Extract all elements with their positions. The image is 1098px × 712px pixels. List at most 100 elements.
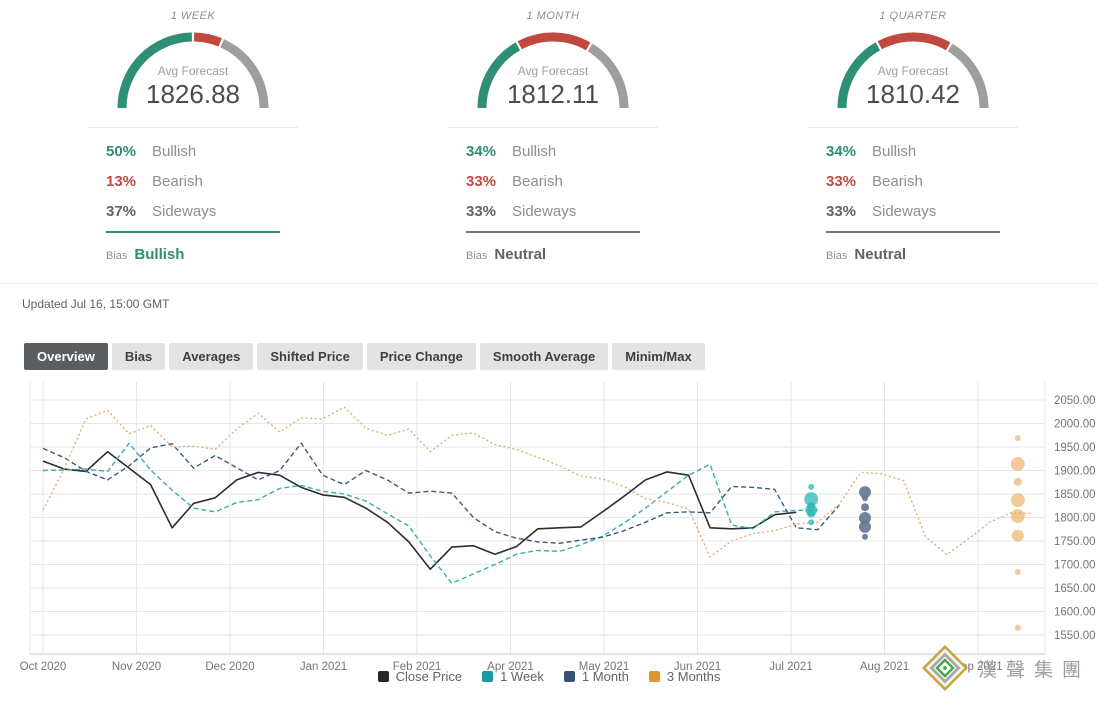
bullish-pct: 50% <box>106 143 152 160</box>
gauge-card-1-week: 1 WEEK Avg Forecast 1826.88 50% Bullish … <box>88 10 298 263</box>
bearish-pct: 13% <box>106 173 152 190</box>
svg-text:1750.00: 1750.00 <box>1054 536 1096 548</box>
legend-item-1-week[interactable]: 1 Week <box>482 669 544 684</box>
stat-row-sideways: 37% Sideways <box>106 196 280 226</box>
bias-underline <box>106 231 280 233</box>
svg-text:1850.00: 1850.00 <box>1054 489 1096 501</box>
bearish-label: Bearish <box>512 173 563 190</box>
tab-minim-max[interactable]: Minim/Max <box>612 343 704 370</box>
avg-forecast-label: Avg Forecast <box>113 64 273 78</box>
svg-text:1800.00: 1800.00 <box>1054 513 1096 525</box>
tab-averages[interactable]: Averages <box>169 343 253 370</box>
bias-caption: Bias <box>466 250 487 262</box>
period-label: 1 QUARTER <box>808 10 1018 22</box>
period-label: 1 WEEK <box>88 10 298 22</box>
svg-text:Dec 2020: Dec 2020 <box>205 661 254 673</box>
tab-shifted-price[interactable]: Shifted Price <box>257 343 362 370</box>
svg-text:Nov 2020: Nov 2020 <box>112 661 161 673</box>
svg-text:1900.00: 1900.00 <box>1054 466 1096 478</box>
avg-forecast-value: 1810.42 <box>833 79 993 110</box>
sideways-label: Sideways <box>872 203 936 220</box>
brand-watermark: 漢聲集團 <box>921 644 1090 692</box>
bias-value: Bullish <box>134 246 184 263</box>
gauge-segment <box>520 37 588 46</box>
forecast-dots-3-months[interactable] <box>1011 435 1025 631</box>
gauge-card-1-month: 1 MONTH Avg Forecast 1812.11 34% Bullish… <box>448 10 658 263</box>
avg-forecast-value: 1826.88 <box>113 79 273 110</box>
legend-item-3-months[interactable]: 3 Months <box>649 669 720 684</box>
legend-swatch-icon <box>649 671 660 682</box>
legend-swatch-icon <box>482 671 493 682</box>
divider <box>88 127 298 128</box>
bullish-label: Bullish <box>872 143 916 160</box>
stat-row-bullish: 50% Bullish <box>106 136 280 166</box>
legend-swatch-icon <box>378 671 389 682</box>
svg-text:2050.00: 2050.00 <box>1054 395 1096 407</box>
bias-row: Bias Neutral <box>466 246 640 263</box>
avg-forecast-value: 1812.11 <box>473 79 633 110</box>
svg-text:Jan 2021: Jan 2021 <box>300 661 347 673</box>
bullish-pct: 34% <box>826 143 872 160</box>
legend-item-close-price[interactable]: Close Price <box>378 669 462 684</box>
bearish-label: Bearish <box>152 173 203 190</box>
bullish-pct: 34% <box>466 143 512 160</box>
legend-label: 3 Months <box>667 669 720 684</box>
stat-row-bullish: 34% Bullish <box>466 136 640 166</box>
bias-underline <box>466 231 640 233</box>
series-1-week-line[interactable] <box>43 443 818 583</box>
stat-row-sideways: 33% Sideways <box>826 196 1000 226</box>
bullish-label: Bullish <box>512 143 556 160</box>
divider <box>448 127 658 128</box>
bias-row: Bias Neutral <box>826 246 1000 263</box>
sideways-pct: 33% <box>466 203 512 220</box>
svg-text:1600.00: 1600.00 <box>1054 607 1096 619</box>
period-label: 1 MONTH <box>448 10 658 22</box>
legend-label: Close Price <box>396 669 462 684</box>
sideways-pct: 37% <box>106 203 152 220</box>
avg-forecast-label: Avg Forecast <box>473 64 633 78</box>
svg-text:1950.00: 1950.00 <box>1054 442 1096 454</box>
bearish-label: Bearish <box>872 173 923 190</box>
stat-row-bearish: 13% Bearish <box>106 166 280 196</box>
stat-row-bearish: 33% Bearish <box>466 166 640 196</box>
bias-caption: Bias <box>106 250 127 262</box>
tab-smooth-average[interactable]: Smooth Average <box>480 343 608 370</box>
avg-forecast-label: Avg Forecast <box>833 64 993 78</box>
svg-text:2000.00: 2000.00 <box>1054 419 1096 431</box>
bias-value: Neutral <box>854 246 906 263</box>
svg-text:1550.00: 1550.00 <box>1054 630 1096 642</box>
updated-timestamp: Updated Jul 16, 15:00 GMT <box>0 284 1098 311</box>
bearish-pct: 33% <box>466 173 512 190</box>
tab-bias[interactable]: Bias <box>112 343 165 370</box>
stat-row-sideways: 33% Sideways <box>466 196 640 226</box>
divider <box>808 127 1018 128</box>
gauge-segment <box>880 37 948 46</box>
svg-text:1700.00: 1700.00 <box>1054 560 1096 572</box>
sideways-label: Sideways <box>512 203 576 220</box>
chart-tabs: Overview Bias Averages Shifted Price Pri… <box>24 343 1098 370</box>
bias-caption: Bias <box>826 250 847 262</box>
svg-text:Oct 2020: Oct 2020 <box>20 661 67 673</box>
forecast-dots-1-week[interactable] <box>804 484 818 525</box>
svg-text:1650.00: 1650.00 <box>1054 583 1096 595</box>
forecast-chart: 2050.00 2000.00 1950.00 1900.00 1850.00 1800.… <box>0 377 1098 684</box>
bearish-pct: 33% <box>826 173 872 190</box>
brand-watermark-text: 漢聲集團 <box>978 655 1090 682</box>
bias-row: Bias Bullish <box>106 246 280 263</box>
bias-underline <box>826 231 1000 233</box>
stat-row-bullish: 34% Bullish <box>826 136 1000 166</box>
forecast-dots-1-month[interactable] <box>859 486 871 540</box>
bullish-label: Bullish <box>152 143 196 160</box>
legend-label: 1 Week <box>500 669 544 684</box>
tab-price-change[interactable]: Price Change <box>367 343 476 370</box>
bias-value: Neutral <box>494 246 546 263</box>
series-close-price-line[interactable] <box>43 452 796 570</box>
sideways-pct: 33% <box>826 203 872 220</box>
forecast-summary-row: 1 WEEK Avg Forecast 1826.88 50% Bullish … <box>0 0 1098 263</box>
stat-row-bearish: 33% Bearish <box>826 166 1000 196</box>
tab-overview[interactable]: Overview <box>24 343 108 370</box>
svg-text:Aug 2021: Aug 2021 <box>860 661 909 673</box>
y-axis-labels: 2050.00 2000.00 1950.00 1900.00 1850.00 1800.… <box>1054 395 1096 642</box>
legend-item-1-month[interactable]: 1 Month <box>564 669 629 684</box>
svg-text:Jul 2021: Jul 2021 <box>769 661 812 673</box>
